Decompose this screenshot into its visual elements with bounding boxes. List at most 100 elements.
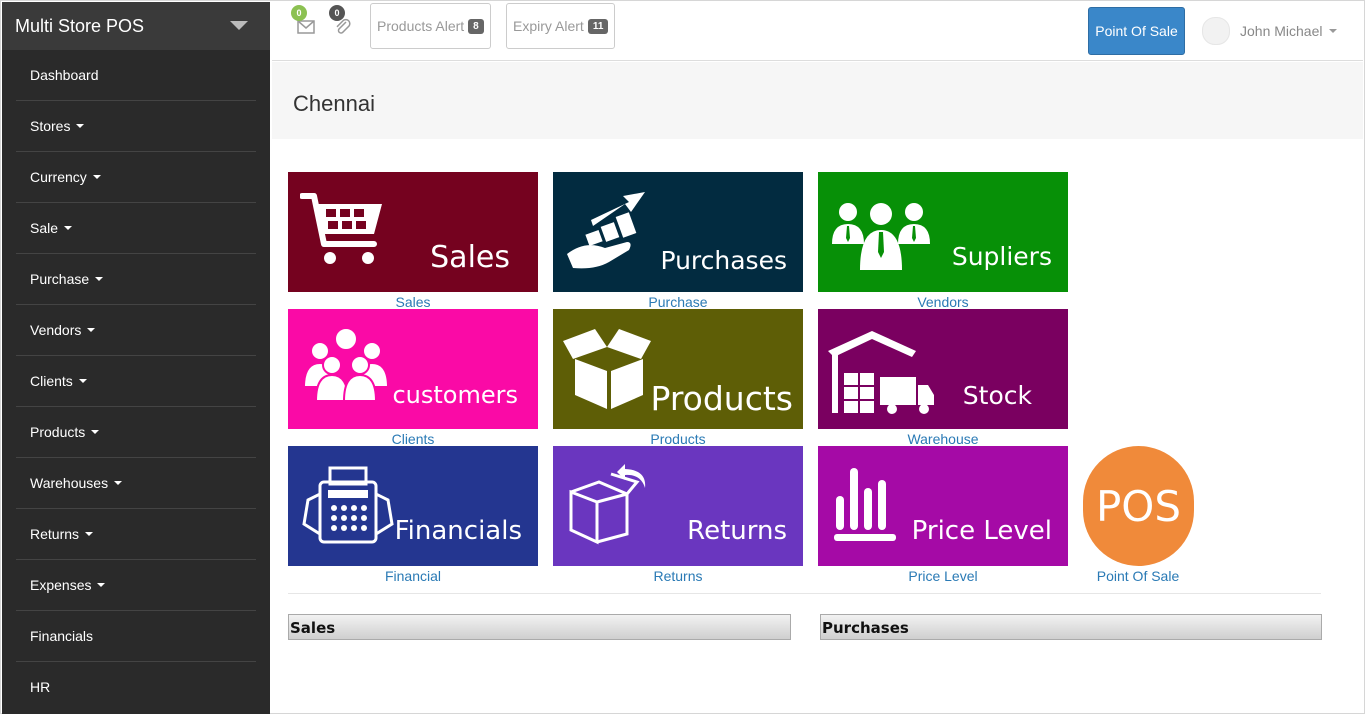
attachments-button[interactable]: 0: [329, 5, 359, 38]
sidebar-item-label: Vendors: [30, 322, 82, 338]
attachments-count-badge: 0: [329, 5, 345, 21]
tile-link-sales[interactable]: Sales: [288, 294, 538, 310]
tile-link-financial[interactable]: Financial: [288, 568, 538, 584]
sidebar-item-label: Dashboard: [30, 67, 99, 83]
tile-title: Purchases: [660, 246, 787, 275]
warehouse-truck-icon: [828, 331, 934, 414]
tile-returns[interactable]: Returns: [553, 446, 803, 566]
caret-down-icon: [85, 532, 94, 536]
user-menu[interactable]: John Michael: [1202, 17, 1337, 45]
caret-down-icon: [76, 124, 85, 128]
caret-down-icon: [114, 481, 123, 485]
tile-link-point-of-sale[interactable]: Point Of Sale: [1013, 568, 1263, 584]
caret-down-icon: [87, 328, 96, 332]
sidebar-item-label: Purchase: [30, 271, 90, 287]
products-alert-label: Products Alert: [377, 18, 465, 34]
expiry-alert-count: 11: [587, 18, 609, 34]
tile-title: Supliers: [951, 242, 1052, 271]
messages-count-badge: 0: [291, 5, 307, 21]
top-navbar: 0 0 Products Alert 8 Expiry Alert 11 Poi…: [272, 2, 1363, 61]
sidebar-item-label: Products: [30, 424, 86, 440]
sidebar-item-currency[interactable]: Currency: [16, 152, 256, 203]
bar-chart-icon: [834, 468, 896, 541]
caret-down-icon: [1328, 29, 1337, 33]
tile-stock[interactable]: Stock: [818, 309, 1068, 429]
sidebar-item-purchase[interactable]: Purchase: [16, 254, 256, 305]
caret-down-icon: [91, 430, 100, 434]
sidebar-item-label: HR: [30, 679, 51, 695]
tile-title: customers: [392, 381, 518, 409]
sidebar-item-vendors[interactable]: Vendors: [16, 305, 256, 356]
sidebar: Multi Store POS Dashboard Stores Currenc…: [2, 2, 270, 714]
sidebar-nav: Dashboard Stores Currency Sale Purchase …: [16, 50, 256, 712]
sidebar-item-sale[interactable]: Sale: [16, 203, 256, 254]
point-of-sale-button[interactable]: Point Of Sale: [1088, 7, 1185, 55]
tile-supliers[interactable]: Supliers: [818, 172, 1068, 292]
chevron-down-icon[interactable]: [230, 21, 248, 30]
sales-panel-header: Sales: [288, 614, 791, 640]
tile-title: Returns: [687, 516, 787, 546]
caret-down-icon: [92, 175, 101, 179]
customers-icon: [302, 327, 390, 402]
caret-down-icon: [78, 379, 87, 383]
expiry-alert-label: Expiry Alert: [513, 18, 584, 34]
tile-link-returns[interactable]: Returns: [553, 568, 803, 584]
tile-sales[interactable]: Sales: [288, 172, 538, 292]
page-title: Chennai: [293, 91, 375, 116]
sidebar-item-dashboard[interactable]: Dashboard: [16, 50, 256, 101]
sidebar-item-label: Warehouses: [30, 475, 109, 491]
sidebar-item-clients[interactable]: Clients: [16, 356, 256, 407]
tile-title: Financials: [394, 516, 522, 546]
tile-customers[interactable]: customers: [288, 309, 538, 429]
sidebar-item-hr[interactable]: HR: [16, 662, 256, 712]
sidebar-item-label: Stores: [30, 118, 71, 134]
tile-link-purchase[interactable]: Purchase: [553, 294, 803, 310]
tile-purchases[interactable]: Purchases: [553, 172, 803, 292]
products-alert-button[interactable]: Products Alert 8: [370, 3, 491, 49]
sidebar-item-products[interactable]: Products: [16, 407, 256, 458]
tile-title: Sales: [430, 240, 510, 275]
tile-financials[interactable]: Financials: [288, 446, 538, 566]
open-box-icon: [563, 329, 651, 409]
tile-price-level[interactable]: Price Level: [818, 446, 1068, 566]
caret-down-icon: [97, 583, 106, 587]
tile-title: Products: [650, 379, 794, 418]
sidebar-item-warehouses[interactable]: Warehouses: [16, 458, 256, 509]
return-box-icon: [569, 464, 646, 545]
sidebar-item-label: Sale: [30, 220, 59, 236]
purchases-panel-header: Purchases: [820, 614, 1322, 640]
caret-down-icon: [95, 277, 104, 281]
sidebar-item-financials[interactable]: Financials: [16, 611, 256, 662]
messages-button[interactable]: 0: [291, 5, 321, 38]
tile-pos[interactable]: POS: [1083, 446, 1194, 566]
tile-products[interactable]: Products: [553, 309, 803, 429]
sidebar-item-stores[interactable]: Stores: [16, 101, 256, 152]
cash-register-icon: [302, 466, 394, 544]
divider: [288, 593, 1321, 594]
page-header: Chennai: [272, 62, 1363, 139]
sidebar-item-expenses[interactable]: Expenses: [16, 560, 256, 611]
sidebar-item-label: Returns: [30, 526, 80, 542]
sidebar-item-label: Clients: [30, 373, 73, 389]
brand-title: Multi Store POS: [15, 15, 145, 36]
products-alert-count: 8: [468, 18, 484, 34]
sidebar-item-label: Expenses: [30, 577, 92, 593]
envelope-icon: [297, 20, 315, 34]
brand-header[interactable]: Multi Store POS: [2, 2, 270, 50]
tile-link-vendors[interactable]: Vendors: [818, 294, 1068, 310]
tile-link-clients[interactable]: Clients: [288, 431, 538, 447]
sidebar-item-label: Financials: [30, 628, 94, 644]
people-group-icon: [832, 203, 930, 270]
tile-link-products[interactable]: Products: [553, 431, 803, 447]
expiry-alert-button[interactable]: Expiry Alert 11: [506, 3, 616, 49]
user-name: John Michael: [1240, 23, 1323, 39]
sidebar-item-returns[interactable]: Returns: [16, 509, 256, 560]
tile-title: Price Level: [911, 516, 1052, 546]
tile-link-warehouse[interactable]: Warehouse: [818, 431, 1068, 447]
sidebar-item-label: Currency: [30, 169, 87, 185]
growth-hand-icon: [567, 192, 645, 269]
caret-down-icon: [64, 226, 73, 230]
tile-title: Stock: [962, 381, 1032, 410]
avatar: [1202, 17, 1230, 45]
shopping-cart-icon: [300, 193, 382, 264]
